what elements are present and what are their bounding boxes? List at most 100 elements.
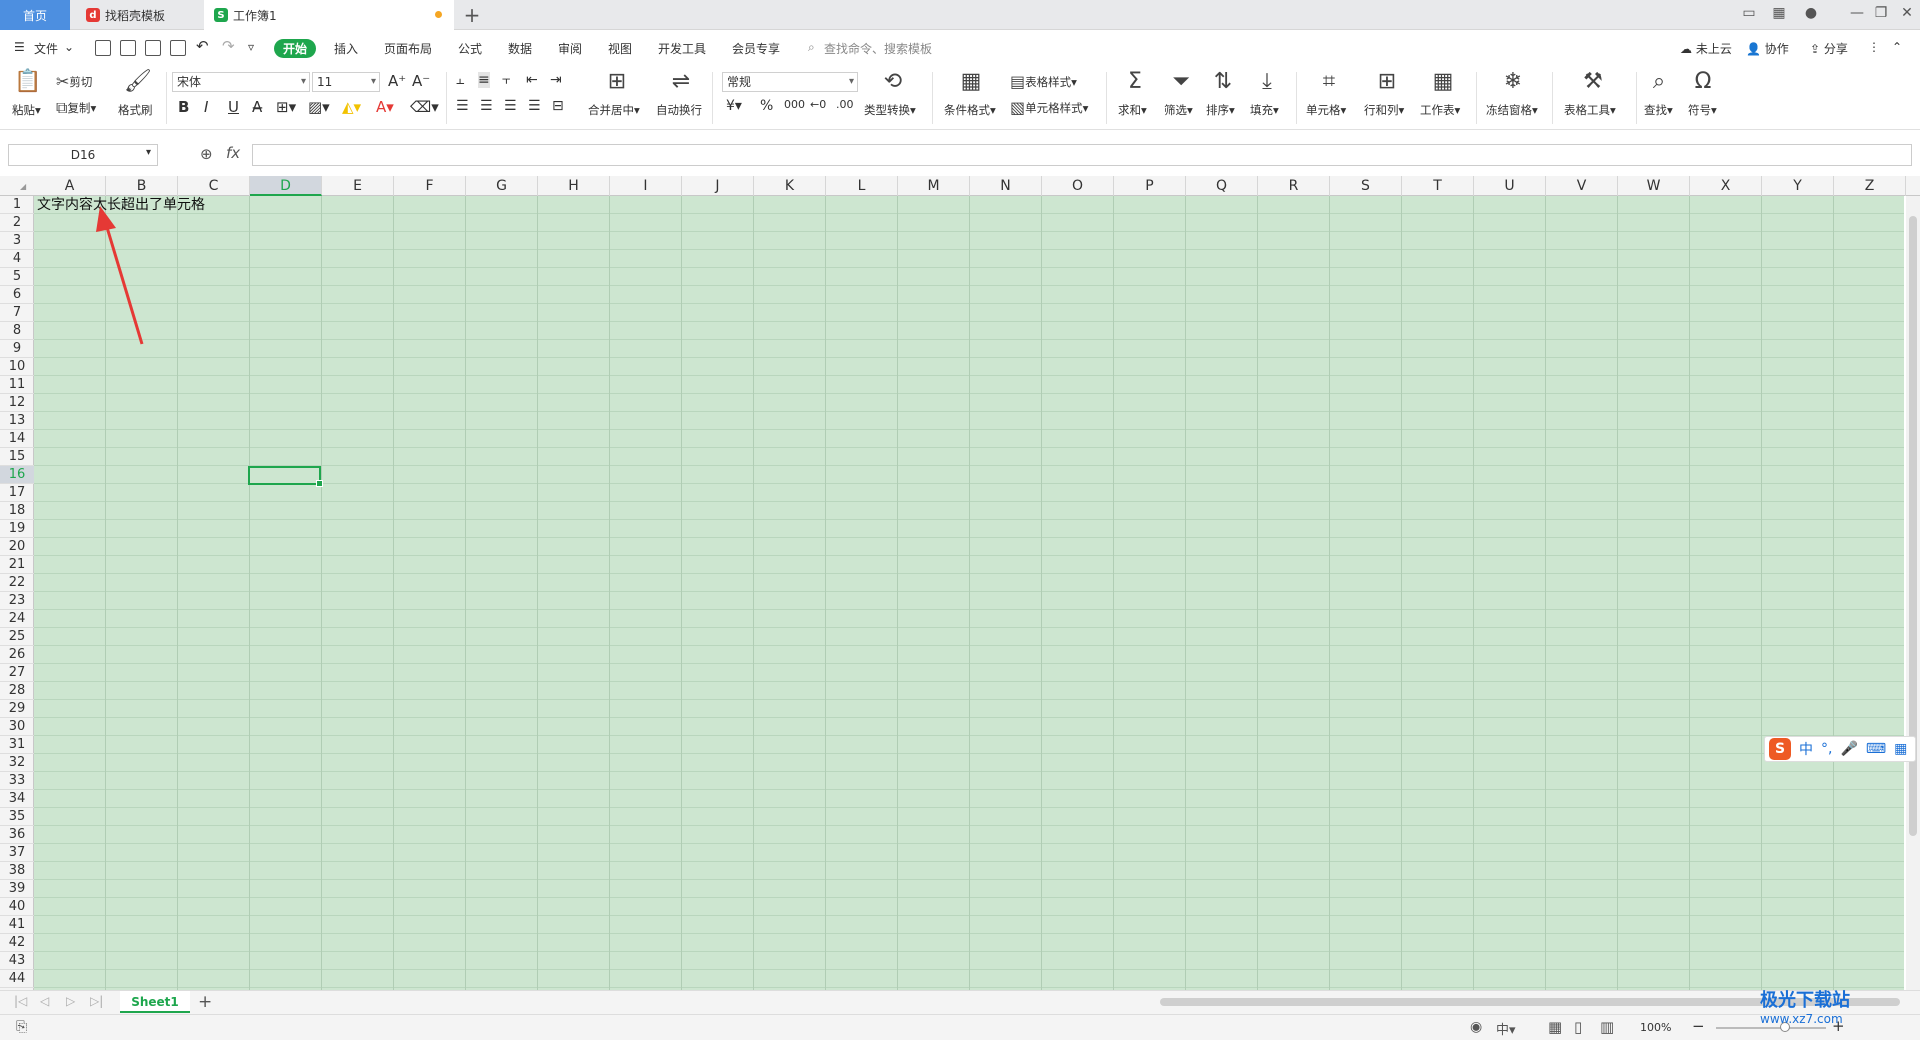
indent-decrease-icon[interactable]: ⇤ xyxy=(526,72,538,88)
tab-workbook[interactable]: S 工作簿1 xyxy=(204,0,454,30)
row-header-26[interactable]: 26 xyxy=(0,646,34,664)
row-header-27[interactable]: 27 xyxy=(0,664,34,682)
row-header-13[interactable]: 13 xyxy=(0,412,34,430)
bold-icon[interactable]: B xyxy=(178,98,189,116)
name-box[interactable]: D16 xyxy=(8,144,158,166)
menu-formula[interactable]: 公式 xyxy=(458,40,482,57)
column-header-x[interactable]: X xyxy=(1690,176,1762,196)
freeze-panes-button[interactable]: 冻结窗格 ▾ xyxy=(1486,102,1538,118)
decrease-font-icon[interactable]: A⁻ xyxy=(412,72,430,90)
column-header-j[interactable]: J xyxy=(682,176,754,196)
export-icon[interactable] xyxy=(120,40,136,56)
menu-member[interactable]: 会员专享 xyxy=(732,40,780,57)
italic-icon[interactable]: I xyxy=(204,98,208,116)
ime-lang[interactable]: 中 xyxy=(1799,739,1813,759)
column-header-h[interactable]: H xyxy=(538,176,610,196)
first-sheet-icon[interactable]: |◁ xyxy=(14,994,27,1008)
page-layout-view-icon[interactable]: ▯ xyxy=(1574,1018,1582,1036)
increase-font-icon[interactable]: A⁺ xyxy=(388,72,406,90)
worksheet-icon[interactable]: ▦ xyxy=(1430,70,1456,94)
row-header-35[interactable]: 35 xyxy=(0,808,34,826)
font-color-icon[interactable]: A▾ xyxy=(376,98,394,116)
redo-icon[interactable]: ↷ xyxy=(222,37,235,55)
row-header-28[interactable]: 28 xyxy=(0,682,34,700)
number-format-select[interactable]: 常规 xyxy=(722,72,858,92)
fill-button[interactable]: 填充 ▾ xyxy=(1250,102,1279,118)
layout-icon[interactable]: ▭ xyxy=(1738,5,1760,21)
conditional-format-icon[interactable]: ▦ xyxy=(958,70,984,94)
fx-icon[interactable]: fx xyxy=(226,144,240,162)
column-header-m[interactable]: M xyxy=(898,176,970,196)
align-top-icon[interactable]: ⫠ xyxy=(456,72,464,88)
column-header-q[interactable]: Q xyxy=(1186,176,1258,196)
type-convert-button[interactable]: 类型转换 ▾ xyxy=(864,102,916,118)
worksheet-button[interactable]: 工作表 ▾ xyxy=(1420,102,1460,118)
column-header-p[interactable]: P xyxy=(1114,176,1186,196)
row-col-icon[interactable]: ⊞ xyxy=(1374,70,1400,94)
row-header-42[interactable]: 42 xyxy=(0,934,34,952)
apps-grid-icon[interactable]: ▦ xyxy=(1768,5,1790,21)
eye-protect-icon[interactable]: ◉ xyxy=(1470,1019,1482,1035)
cell-icon[interactable]: ⌗ xyxy=(1316,70,1342,94)
clear-format-icon[interactable]: ⌫▾ xyxy=(410,98,439,116)
formula-input[interactable] xyxy=(252,144,1912,166)
row-header-16[interactable]: 16 xyxy=(0,466,34,484)
page-break-view-icon[interactable]: ▥ xyxy=(1600,1018,1614,1036)
row-header-14[interactable]: 14 xyxy=(0,430,34,448)
font-family-select[interactable]: 宋体 xyxy=(172,72,310,92)
merge-cells-icon[interactable]: ⊞ xyxy=(604,70,630,94)
menu-data[interactable]: 数据 xyxy=(508,40,532,57)
minimize-icon[interactable]: — xyxy=(1846,5,1868,21)
increase-decimal-icon[interactable]: ←0 xyxy=(810,98,826,111)
row-header-19[interactable]: 19 xyxy=(0,520,34,538)
share-button[interactable]: ⇪ 分享 xyxy=(1810,40,1848,57)
menu-developer[interactable]: 开发工具 xyxy=(658,40,706,57)
sort-icon[interactable]: ⇅ xyxy=(1210,70,1236,94)
row-header-44[interactable]: 44 xyxy=(0,970,34,988)
quick-access-dropdown-icon[interactable]: ▿ xyxy=(248,40,254,54)
add-sheet-icon[interactable]: + xyxy=(198,992,212,1012)
sort-button[interactable]: 排序 ▾ xyxy=(1206,102,1235,118)
collapse-ribbon-icon[interactable]: ⌃ xyxy=(1892,40,1902,54)
ime-toolbar[interactable]: S 中 °, 🎤 ⌨ ▦ xyxy=(1764,736,1916,762)
align-middle-icon[interactable]: ≡ xyxy=(478,72,490,88)
cell-area[interactable] xyxy=(34,196,1904,990)
row-header-20[interactable]: 20 xyxy=(0,538,34,556)
align-right-icon[interactable]: ☰ xyxy=(504,98,517,114)
row-header-29[interactable]: 29 xyxy=(0,700,34,718)
format-painter-button[interactable]: 格式刷 xyxy=(118,102,153,118)
zoom-out-icon[interactable]: − xyxy=(1692,1017,1705,1035)
close-icon[interactable]: ✕ xyxy=(1896,5,1918,21)
undo-icon[interactable]: ↶ xyxy=(196,37,209,55)
row-header-22[interactable]: 22 xyxy=(0,574,34,592)
row-col-button[interactable]: 行和列 ▾ xyxy=(1364,102,1404,118)
print-icon[interactable] xyxy=(145,40,161,56)
row-header-31[interactable]: 31 xyxy=(0,736,34,754)
paste-button[interactable]: 粘贴 ▾ xyxy=(12,102,41,118)
input-lang-icon[interactable]: 中▾ xyxy=(1496,1019,1516,1038)
cut-button[interactable]: ✂ 剪切 xyxy=(56,74,92,90)
menu-insert[interactable]: 插入 xyxy=(334,40,358,57)
cloud-status[interactable]: ☁ 未上云 xyxy=(1680,40,1732,57)
row-header-24[interactable]: 24 xyxy=(0,610,34,628)
row-header-30[interactable]: 30 xyxy=(0,718,34,736)
find-button[interactable]: 查找 ▾ xyxy=(1644,102,1673,118)
menu-review[interactable]: 审阅 xyxy=(558,40,582,57)
vertical-scrollbar[interactable] xyxy=(1906,196,1920,990)
collaborate-button[interactable]: 👤 协作 xyxy=(1746,40,1789,57)
indent-increase-icon[interactable]: ⇥ xyxy=(550,72,562,88)
chevron-down-icon[interactable]: ⌄ xyxy=(64,40,74,54)
column-header-y[interactable]: Y xyxy=(1762,176,1834,196)
column-header-n[interactable]: N xyxy=(970,176,1042,196)
macro-record-icon[interactable]: ⎘ xyxy=(16,1019,27,1035)
row-header-10[interactable]: 10 xyxy=(0,358,34,376)
filter-icon[interactable]: ⏷ xyxy=(1168,70,1194,94)
ime-menu-icon[interactable]: ▦ xyxy=(1894,741,1907,757)
tab-home[interactable]: 首页 xyxy=(0,0,70,30)
conditional-format-button[interactable]: 条件格式 ▾ xyxy=(944,102,996,118)
row-header-40[interactable]: 40 xyxy=(0,898,34,916)
column-header-d[interactable]: D xyxy=(250,176,322,196)
font-size-select[interactable]: 11 xyxy=(312,72,380,92)
column-header-i[interactable]: I xyxy=(610,176,682,196)
row-header-37[interactable]: 37 xyxy=(0,844,34,862)
